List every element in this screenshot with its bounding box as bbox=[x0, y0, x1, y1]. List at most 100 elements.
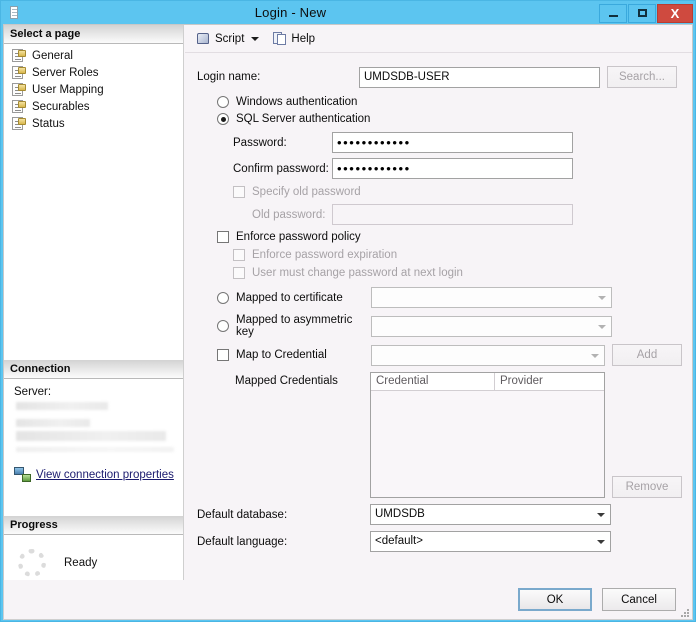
map-to-credential-checkbox[interactable] bbox=[217, 349, 229, 361]
windows-authentication-label: Windows authentication bbox=[236, 96, 358, 108]
login-new-dialog: Login - New X Select a page General Serv… bbox=[0, 0, 696, 622]
view-connection-properties-row[interactable]: View connection properties bbox=[4, 460, 183, 488]
server-user-redacted bbox=[16, 419, 90, 427]
sql-server-authentication-label: SQL Server authentication bbox=[236, 113, 371, 125]
sidebar-item-server-roles[interactable]: Server Roles bbox=[4, 64, 183, 81]
enforce-password-policy-checkbox[interactable] bbox=[217, 231, 229, 243]
confirm-password-label: Confirm password: bbox=[233, 162, 329, 175]
chevron-down-icon bbox=[598, 324, 606, 329]
chevron-down-icon bbox=[591, 353, 599, 358]
sidebar-item-label: Server Roles bbox=[32, 66, 99, 79]
map-to-credential-label: Map to Credential bbox=[236, 349, 327, 361]
cancel-button[interactable]: Cancel bbox=[602, 588, 676, 611]
default-language-value: <default> bbox=[375, 535, 423, 547]
script-button[interactable]: Script bbox=[192, 29, 263, 49]
sidebar-item-status[interactable]: Status bbox=[4, 115, 183, 132]
script-icon bbox=[196, 32, 211, 46]
sidebar-item-securables[interactable]: Securables bbox=[4, 98, 183, 115]
remove-credential-button[interactable]: Remove bbox=[612, 476, 682, 498]
connection-header: Connection bbox=[4, 360, 183, 379]
sidebar: Select a page General Server Roles User … bbox=[4, 25, 184, 619]
default-language-label: Default language: bbox=[197, 535, 288, 548]
server-label: Server: bbox=[14, 386, 52, 398]
page-icon bbox=[12, 100, 26, 113]
page-icon bbox=[12, 83, 26, 96]
chevron-down-icon bbox=[597, 513, 605, 517]
sidebar-item-general[interactable]: General bbox=[4, 47, 183, 64]
mapped-to-asymmetric-key-label: Mapped to asymmetric key bbox=[236, 314, 353, 338]
help-button[interactable]: Help bbox=[269, 29, 319, 49]
resize-grip[interactable] bbox=[679, 607, 689, 617]
default-database-label: Default database: bbox=[197, 508, 288, 521]
password-input[interactable] bbox=[332, 132, 573, 153]
confirm-password-input[interactable] bbox=[332, 158, 573, 179]
sidebar-item-label: Status bbox=[32, 117, 65, 130]
login-document-icon bbox=[6, 5, 22, 21]
mapped-to-certificate-radio[interactable] bbox=[217, 291, 229, 304]
progress-status: Ready bbox=[64, 557, 98, 569]
page-icon bbox=[12, 49, 26, 62]
page-list: General Server Roles User Mapping Secura… bbox=[4, 44, 183, 132]
mapped-credentials-label: Mapped Credentials bbox=[235, 375, 338, 387]
dialog-client-area: Select a page General Server Roles User … bbox=[3, 24, 693, 620]
general-form: Login name: Search... Windows authentica… bbox=[185, 54, 692, 619]
user-must-change-password-label: User must change password at next login bbox=[252, 267, 463, 279]
server-footer-redacted bbox=[16, 447, 174, 452]
script-label: Script bbox=[215, 32, 245, 45]
password-label: Password: bbox=[233, 136, 287, 149]
specify-old-password-label: Specify old password bbox=[252, 186, 361, 198]
grid-column-provider: Provider bbox=[500, 375, 543, 387]
mapped-credentials-grid[interactable]: Credential Provider bbox=[370, 372, 605, 498]
minimize-button[interactable] bbox=[599, 3, 627, 23]
maximize-icon bbox=[637, 9, 647, 17]
server-detail-redacted bbox=[16, 431, 166, 441]
window-title: Login - New bbox=[254, 5, 327, 20]
chevron-down-icon bbox=[597, 540, 605, 544]
mapped-to-certificate-select[interactable] bbox=[371, 287, 612, 308]
enforce-password-expiration-checkbox[interactable] bbox=[233, 249, 245, 261]
mapped-to-asymmetric-key-select[interactable] bbox=[371, 315, 612, 337]
chevron-down-icon[interactable] bbox=[251, 36, 260, 41]
enforce-password-expiration-label: Enforce password expiration bbox=[252, 249, 398, 261]
title-bar[interactable]: Login - New X bbox=[1, 1, 695, 24]
sidebar-item-user-mapping[interactable]: User Mapping bbox=[4, 81, 183, 98]
specify-old-password-checkbox[interactable] bbox=[233, 186, 245, 198]
spinner-icon bbox=[18, 549, 46, 577]
minimize-icon bbox=[608, 14, 618, 17]
maximize-button[interactable] bbox=[628, 3, 656, 23]
default-database-value: UMDSDB bbox=[375, 508, 425, 520]
sidebar-item-label: Securables bbox=[32, 100, 90, 113]
search-button[interactable]: Search... bbox=[607, 66, 677, 88]
sidebar-item-label: User Mapping bbox=[32, 83, 104, 96]
toolbar: Script Help bbox=[185, 25, 692, 53]
user-must-change-password-checkbox[interactable] bbox=[233, 267, 245, 279]
windows-authentication-radio[interactable] bbox=[217, 96, 229, 108]
page-icon bbox=[12, 66, 26, 79]
help-label: Help bbox=[291, 32, 316, 45]
old-password-label: Old password: bbox=[252, 208, 326, 221]
help-document-icon bbox=[273, 31, 287, 46]
progress-body: Ready bbox=[4, 535, 183, 577]
mapped-to-certificate-label: Mapped to certificate bbox=[236, 291, 343, 304]
login-name-label: Login name: bbox=[197, 71, 261, 83]
progress-header: Progress bbox=[4, 516, 183, 535]
select-a-page-header: Select a page bbox=[4, 25, 183, 44]
ok-button[interactable]: OK bbox=[518, 588, 592, 611]
mapped-to-asymmetric-key-radio[interactable] bbox=[217, 320, 229, 332]
grid-column-credential: Credential bbox=[371, 373, 495, 390]
grid-header-row: Credential Provider bbox=[371, 373, 604, 391]
enforce-password-policy-label: Enforce password policy bbox=[236, 231, 361, 243]
login-name-input[interactable] bbox=[359, 66, 600, 88]
map-to-credential-select[interactable] bbox=[371, 344, 605, 366]
sql-server-authentication-radio[interactable] bbox=[217, 113, 229, 125]
old-password-input[interactable] bbox=[332, 204, 573, 225]
default-database-select[interactable]: UMDSDB bbox=[370, 504, 611, 525]
main-panel: Script Help Login name: Search... bbox=[185, 25, 692, 619]
default-language-select[interactable]: <default> bbox=[370, 531, 611, 552]
server-value-redacted bbox=[16, 402, 108, 410]
view-connection-properties-link[interactable]: View connection properties bbox=[36, 469, 174, 481]
chevron-down-icon bbox=[598, 296, 606, 300]
sidebar-item-label: General bbox=[32, 49, 73, 62]
add-credential-button[interactable]: Add bbox=[612, 344, 682, 366]
close-button[interactable]: X bbox=[657, 3, 693, 23]
